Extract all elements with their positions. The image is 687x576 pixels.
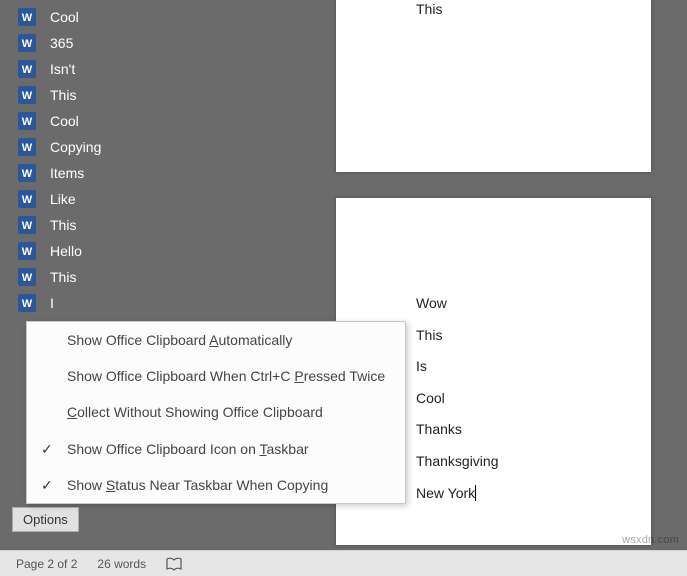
reading-view-icon[interactable] [166,557,182,571]
clipboard-item-text: Hello [50,243,82,259]
svg-text:W: W [22,116,33,128]
svg-text:W: W [22,298,33,310]
word-icon: W [18,138,36,156]
clipboard-options-button[interactable]: Options [12,507,79,532]
word-icon: W [18,8,36,26]
menu-item-label: Show Office Clipboard Automatically [67,332,292,348]
menu-item-label: Show Office Clipboard When Ctrl+C Presse… [67,368,385,384]
word-icon: W [18,242,36,260]
clipboard-item[interactable]: W Like [0,186,300,212]
status-word-count[interactable]: 26 words [97,557,146,571]
status-bar: Page 2 of 2 26 words [0,550,687,576]
word-icon: W [18,164,36,182]
word-icon: W [18,60,36,78]
svg-text:W: W [22,142,33,154]
option-collect-without-showing[interactable]: Collect Without Showing Office Clipboard [27,394,405,430]
paragraph: This [416,0,571,20]
option-show-status-taskbar[interactable]: ✓ Show Status Near Taskbar When Copying [27,467,405,503]
menu-item-label: Show Status Near Taskbar When Copying [67,477,328,493]
paragraph: Is [416,357,571,377]
word-icon: W [18,86,36,104]
paragraph: New York [416,484,571,504]
svg-text:W: W [22,12,33,24]
clipboard-item[interactable]: W Cool [0,4,300,30]
clipboard-item-text: Cool [50,113,79,129]
clipboard-item[interactable]: W Hello [0,238,300,264]
clipboard-item-text: I [50,295,54,311]
clipboard-item[interactable]: W Copying [0,134,300,160]
svg-text:W: W [22,194,33,206]
check-icon: ✓ [41,440,53,458]
option-show-icon-taskbar[interactable]: ✓ Show Office Clipboard Icon on Taskbar [27,431,405,467]
svg-text:W: W [22,272,33,284]
clipboard-item-text: This [50,217,76,233]
clipboard-item[interactable]: W 365 [0,30,300,56]
menu-item-label: Show Office Clipboard Icon on Taskbar [67,441,309,457]
word-icon: W [18,34,36,52]
option-show-ctrl-c-twice[interactable]: Show Office Clipboard When Ctrl+C Presse… [27,358,405,394]
paragraph: Thanksgiving [416,452,571,472]
check-icon: ✓ [41,476,53,494]
svg-text:W: W [22,168,33,180]
clipboard-item-text: This [50,87,76,103]
clipboard-item[interactable]: W Isn't [0,56,300,82]
clipboard-item-text: Copying [50,139,101,155]
clipboard-item-text: Like [50,191,76,207]
word-icon: W [18,190,36,208]
paragraph: Cool [416,389,571,409]
clipboard-item-text: Cool [50,9,79,25]
clipboard-item-text: Isn't [50,61,75,77]
word-icon: W [18,112,36,130]
svg-text:W: W [22,64,33,76]
clipboard-list: W Cool W 365 W Isn't W This W Cool W Cop… [0,0,300,320]
word-icon: W [18,268,36,286]
clipboard-item[interactable]: W This [0,212,300,238]
document-page-1[interactable]: This [336,0,651,172]
clipboard-item-text: This [50,269,76,285]
word-icon: W [18,216,36,234]
clipboard-item-text: 365 [50,35,73,51]
paragraph: This [416,326,571,346]
clipboard-item[interactable]: W Cool [0,108,300,134]
menu-item-label: Collect Without Showing Office Clipboard [67,404,323,420]
svg-text:W: W [22,90,33,102]
svg-text:W: W [22,220,33,232]
paragraph: Wow [416,294,571,314]
word-icon: W [18,294,36,312]
option-show-automatically[interactable]: Show Office Clipboard Automatically [27,322,405,358]
svg-text:W: W [22,38,33,50]
paragraph: Thanks [416,420,571,440]
clipboard-item[interactable]: W I [0,290,300,316]
clipboard-item-text: Items [50,165,84,181]
clipboard-item[interactable]: W This [0,264,300,290]
text-cursor [475,485,476,501]
status-page-indicator[interactable]: Page 2 of 2 [16,557,77,571]
watermark: wsxdn.com [622,534,679,546]
clipboard-item[interactable]: W This [0,82,300,108]
clipboard-item[interactable]: W Items [0,160,300,186]
clipboard-options-menu: Show Office Clipboard Automatically Show… [26,321,406,504]
svg-text:W: W [22,246,33,258]
